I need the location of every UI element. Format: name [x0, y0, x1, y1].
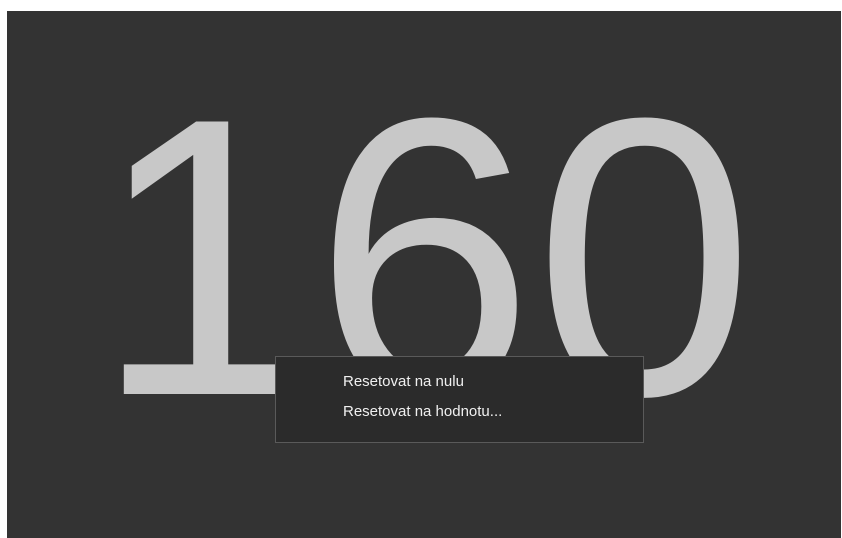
menu-item-reset-to-value[interactable]: Resetovat na hodnotu... [276, 397, 643, 427]
context-menu: Resetovat na nulu Resetovat na hodnotu..… [275, 356, 644, 443]
counter-window[interactable]: 160 Resetovat na nulu Resetovat na hodno… [7, 11, 841, 538]
menu-item-reset-to-zero[interactable]: Resetovat na nulu [276, 367, 643, 397]
